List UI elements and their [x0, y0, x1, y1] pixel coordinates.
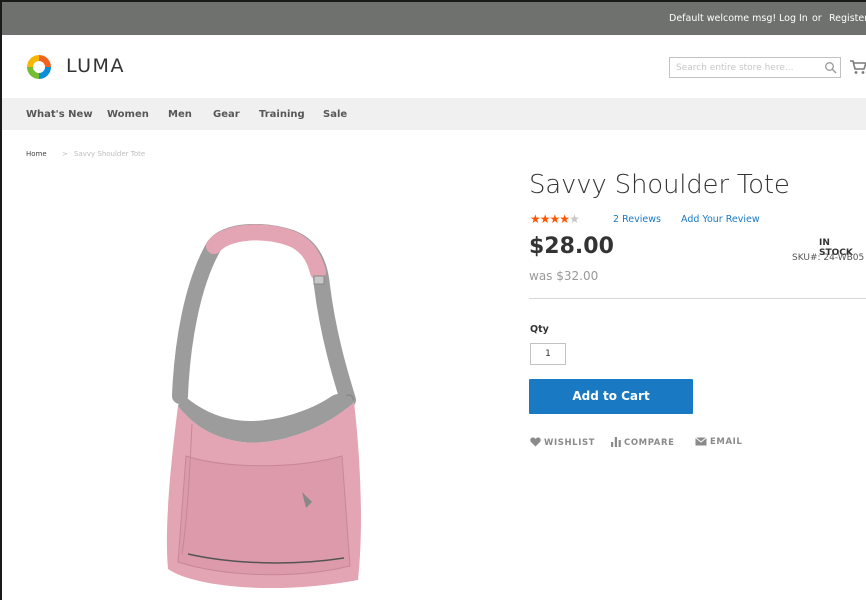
breadcrumb-separator: > — [62, 150, 68, 158]
qty-label: Qty — [530, 324, 549, 335]
cart-icon[interactable] — [849, 59, 866, 75]
or-text: or — [812, 13, 822, 24]
product-sku: SKU#: 24-WB05 — [792, 253, 865, 263]
welcome-message: Default welcome msg! — [669, 13, 777, 24]
star-icon: ★ — [539, 212, 551, 226]
breadcrumb-home[interactable]: Home — [26, 150, 47, 158]
luma-logo-icon[interactable] — [26, 54, 52, 80]
product-title: Savvy Shoulder Tote — [529, 170, 790, 200]
nav-item-whats-new[interactable]: What's New — [26, 109, 93, 120]
breadcrumb-current: Savvy Shoulder Tote — [74, 150, 146, 158]
rating-stars: ★★★★★ — [530, 212, 580, 226]
star-icon: ★ — [530, 212, 541, 226]
product-price: $28.00 — [529, 234, 614, 259]
nav-item-training[interactable]: Training — [259, 109, 305, 120]
logo-text[interactable]: LUMA — [66, 55, 125, 77]
nav-item-gear[interactable]: Gear — [213, 109, 240, 120]
wishlist-label: WISHLIST — [544, 438, 596, 448]
envelope-icon — [695, 437, 707, 446]
compare-label: COMPARE — [624, 438, 675, 448]
reviews-link[interactable]: 2 Reviews — [613, 214, 661, 225]
qty-input[interactable]: 1 — [530, 343, 566, 365]
heart-icon — [530, 437, 541, 447]
compare-link[interactable]: COMPARE — [611, 437, 675, 448]
product-image[interactable] — [152, 224, 384, 600]
star-icon: ★ — [559, 212, 570, 226]
divider — [529, 298, 866, 299]
top-bar: Default welcome msg! Log In or Register — [2, 2, 866, 35]
star-icon: ★ — [549, 212, 561, 226]
login-link[interactable]: Log In — [779, 13, 808, 24]
email-label: EMAIL — [710, 437, 743, 447]
email-link[interactable]: EMAIL — [695, 437, 742, 447]
search-input[interactable]: Search entire store here... — [669, 57, 841, 78]
main-navigation: What's New Women Men Gear Training Sale — [2, 98, 866, 130]
old-price: was $32.00 — [529, 269, 599, 283]
add-review-link[interactable]: Add Your Review — [681, 214, 760, 225]
nav-item-men[interactable]: Men — [168, 109, 192, 120]
wishlist-link[interactable]: WISHLIST — [530, 437, 595, 448]
star-empty-icon: ★ — [569, 212, 580, 226]
register-link[interactable]: Register — [829, 13, 866, 24]
add-to-cart-button[interactable]: Add to Cart — [529, 379, 693, 414]
nav-item-sale[interactable]: Sale — [323, 109, 347, 120]
browser-viewport: Default welcome msg! Log In or Register … — [0, 0, 866, 600]
nav-item-women[interactable]: Women — [107, 109, 149, 120]
search-icon[interactable] — [824, 61, 838, 75]
compare-icon — [611, 437, 621, 447]
